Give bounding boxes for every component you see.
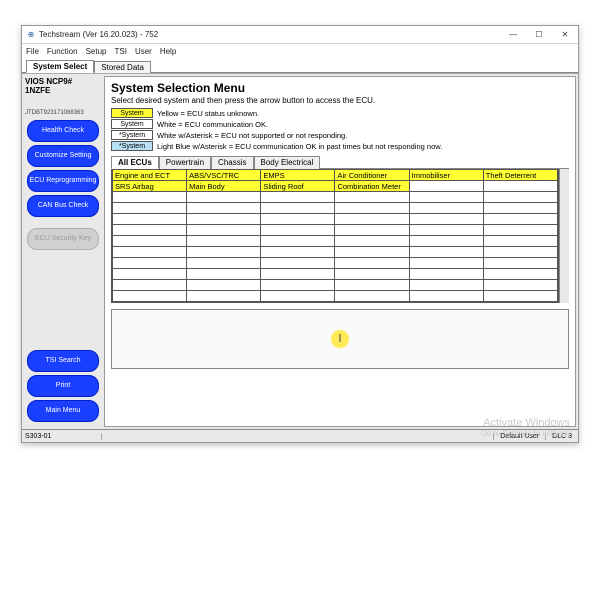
sidebar: VIOS NCP9#1NZFE JTDBT923171088363 Health… <box>22 74 104 429</box>
ecu-cell[interactable]: Combination Meter <box>335 181 409 192</box>
ecu-cell[interactable]: Engine and ECT <box>113 170 187 181</box>
print-button[interactable]: Print <box>27 375 99 397</box>
status-code: S303-01 <box>22 433 102 440</box>
legend-box-white: System <box>111 119 153 129</box>
maximize-button[interactable]: ☐ <box>526 26 552 44</box>
page-title: System Selection Menu <box>111 81 569 95</box>
subtab-powertrain[interactable]: Powertrain <box>159 156 211 169</box>
tsi-search-button[interactable]: TSI Search <box>27 350 99 372</box>
ecu-cell[interactable]: Immobiliser <box>409 170 483 181</box>
tab-stored-data[interactable]: Stored Data <box>94 61 151 73</box>
grid-scrollbar[interactable] <box>559 169 569 303</box>
ecu-security-key-button: ECU Security Key <box>27 228 99 250</box>
menu-user[interactable]: User <box>135 47 152 56</box>
workspace: VIOS NCP9#1NZFE JTDBT923171088363 Health… <box>22 73 578 429</box>
text-cursor-icon: I <box>338 334 341 345</box>
status-user: Default User <box>493 433 545 440</box>
subtab-chassis[interactable]: Chassis <box>211 156 253 169</box>
legend-text: White w/Asterisk = ECU not supported or … <box>157 131 347 140</box>
titlebar: ⊕ Techstream (Ver 16.20.023) - 752 — ☐ ✕ <box>22 26 578 44</box>
close-button[interactable]: ✕ <box>552 26 578 44</box>
log-pane[interactable]: I <box>111 309 569 369</box>
health-check-button[interactable]: Health Check <box>27 120 99 142</box>
ecu-cell[interactable]: ABS/VSC/TRC <box>187 170 261 181</box>
ecu-category-tabs: All ECUs Powertrain Chassis Body Electri… <box>111 155 569 169</box>
subtab-all-ecus[interactable]: All ECUs <box>111 156 159 169</box>
ecu-cell[interactable]: Sliding Roof <box>261 181 335 192</box>
main-menu-button[interactable]: Main Menu <box>27 400 99 422</box>
statusbar: S303-01 Default User DLC 3 <box>22 429 578 442</box>
app-icon: ⊕ <box>26 30 36 40</box>
menu-setup[interactable]: Setup <box>86 47 107 56</box>
menu-file[interactable]: File <box>26 47 39 56</box>
main-pane: System Selection Menu Select desired sys… <box>104 76 576 427</box>
window-title: Techstream (Ver 16.20.023) - 752 <box>39 30 500 39</box>
legend-box-lightblue: *System <box>111 141 153 151</box>
ecu-cell[interactable] <box>483 181 557 192</box>
vehicle-model: VIOS NCP9#1NZFE <box>25 78 72 96</box>
ecu-reprogramming-button[interactable]: ECU Reprogramming <box>27 170 99 192</box>
ecu-cell[interactable]: Air Conditioner <box>335 170 409 181</box>
can-bus-check-button[interactable]: CAN Bus Check <box>27 195 99 217</box>
page-subtitle: Select desired system and then press the… <box>111 96 569 105</box>
legend-text: White = ECU communication OK. <box>157 120 268 129</box>
ecu-cell[interactable]: SRS Airbag <box>113 181 187 192</box>
ecu-cell[interactable]: EMPS <box>261 170 335 181</box>
application-window: ⊕ Techstream (Ver 16.20.023) - 752 — ☐ ✕… <box>21 25 579 443</box>
customize-setting-button[interactable]: Customize Setting <box>27 145 99 167</box>
top-tabbar: System Select Stored Data <box>22 58 578 73</box>
ecu-cell[interactable]: Main Body <box>187 181 261 192</box>
tab-system-select[interactable]: System Select <box>26 60 94 73</box>
menu-tsi[interactable]: TSI <box>114 47 126 56</box>
ecu-cell[interactable] <box>409 181 483 192</box>
minimize-button[interactable]: — <box>500 26 526 44</box>
menu-function[interactable]: Function <box>47 47 78 56</box>
menu-help[interactable]: Help <box>160 47 176 56</box>
ecu-grid[interactable]: Engine and ECT ABS/VSC/TRC EMPS Air Cond… <box>111 169 559 303</box>
legend-text: Light Blue w/Asterisk = ECU communicatio… <box>157 142 442 151</box>
ecu-cell[interactable]: Theft Deterrent <box>483 170 557 181</box>
legend-text: Yellow = ECU status unknown. <box>157 109 259 118</box>
vehicle-vin: JTDBT923171088363 <box>25 110 84 116</box>
menubar: File Function Setup TSI User Help <box>22 44 578 58</box>
legend: System Yellow = ECU status unknown. Syste… <box>111 108 569 151</box>
legend-box-white-asterisk: *System <box>111 130 153 140</box>
status-dlc: DLC 3 <box>545 433 578 440</box>
subtab-body-electrical[interactable]: Body Electrical <box>254 156 321 169</box>
legend-box-yellow: System <box>111 108 153 118</box>
